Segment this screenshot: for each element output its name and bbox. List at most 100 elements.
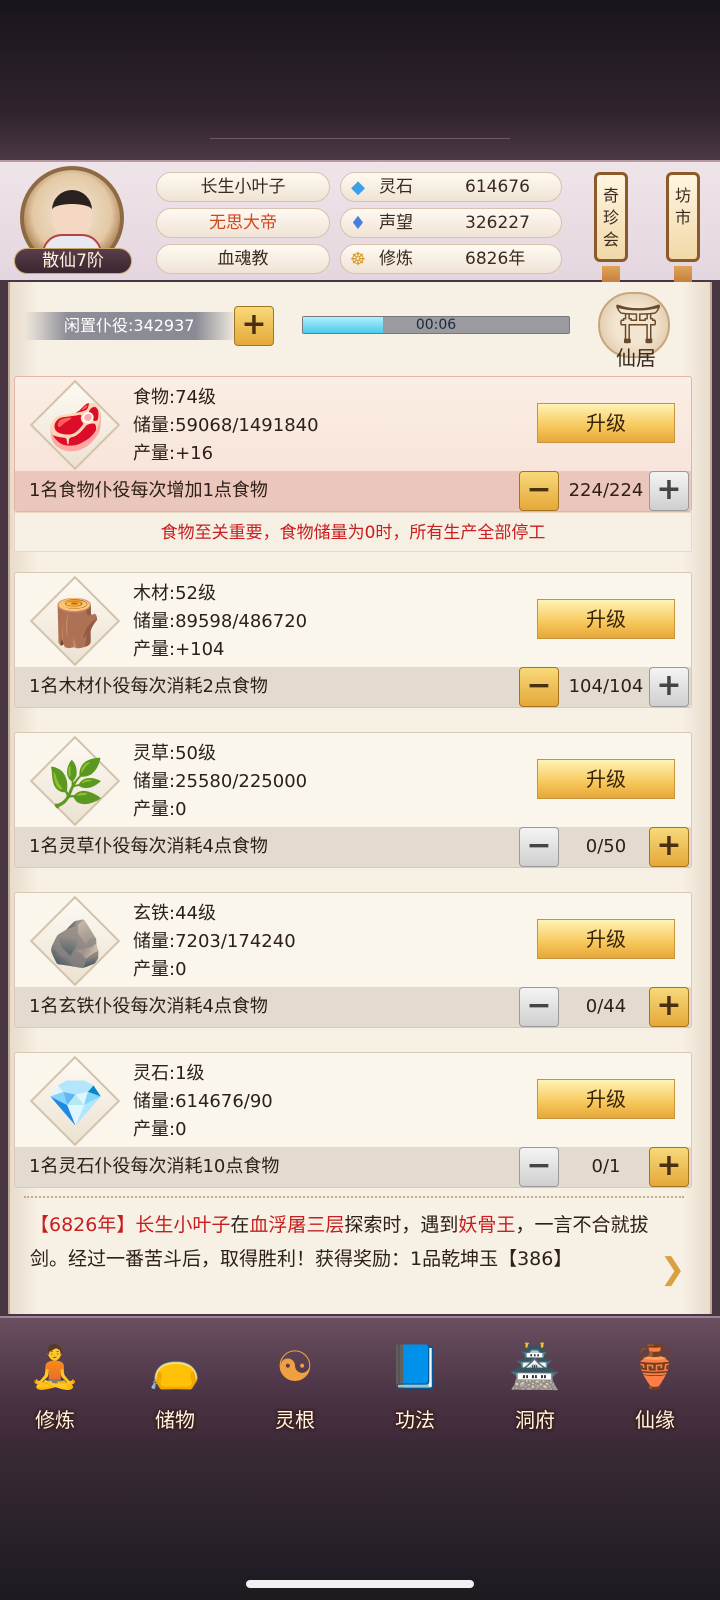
nav-label: 功法 <box>395 1408 435 1432</box>
nav-spirit-root[interactable]: ☯ 灵根 <box>240 1318 350 1442</box>
fortune-gourd-icon: 🏺 <box>628 1342 682 1391</box>
stat-prestige: ♦ 声望 326227 <box>340 208 562 238</box>
stat-label: 灵石 <box>379 177 413 197</box>
log-year: 【6826年】 <box>30 1214 136 1236</box>
servant-row: 1名木材仆役每次消耗2点食物 − 104/104 + <box>15 667 691 707</box>
production-panel: 闲置仆役:342937 + 00:06 ⛩ 仙居 🥩 食物:74级 储量:590… <box>8 282 712 1314</box>
logs-icon: 🪵 <box>29 575 123 667</box>
nav-cave-mansion[interactable]: 🏯 洞府 <box>480 1318 590 1442</box>
event-log: 【6826年】长生小叶子在血浮屠三层探索时，遇到妖骨王，一言不合就拔剑。经过一番… <box>30 1208 670 1276</box>
top-backdrop <box>0 0 720 160</box>
nav-label: 修炼 <box>35 1408 75 1432</box>
log-divider <box>24 1196 684 1206</box>
player-sect[interactable]: 血魂教 <box>156 244 330 274</box>
nav-techniques[interactable]: 📘 功法 <box>360 1318 470 1442</box>
resource-card-wood: 🪵 木材:52级 储量:89598/486720 产量:+104 升级 1名木材… <box>14 572 692 708</box>
servant-desc: 1名玄铁仆役每次消耗4点食物 <box>29 996 268 1017</box>
upgrade-button[interactable]: 升级 <box>537 1079 675 1119</box>
xianju-label[interactable]: 仙居 <box>616 342 656 371</box>
cultivate-icon: 🧘 <box>28 1342 82 1391</box>
stat-value: 326227 <box>465 213 530 233</box>
nav-fortune[interactable]: 🏺 仙缘 <box>600 1318 710 1442</box>
decrease-servant-button[interactable]: − <box>519 827 559 867</box>
nav-label: 洞府 <box>515 1408 555 1432</box>
resource-name: 灵石:1级 <box>133 1063 205 1084</box>
stat-cultivation: ☸ 修炼 6826年 <box>340 244 562 274</box>
stat-value: 6826年 <box>465 249 526 269</box>
log-expand-arrow-icon[interactable]: ❯ <box>660 1252 685 1287</box>
prestige-crystal-icon: ♦ <box>349 213 367 234</box>
servant-count: 224/224 <box>568 480 644 501</box>
meditation-icon: ☸ <box>349 249 367 270</box>
cave-mansion-icon: 🏯 <box>508 1342 562 1391</box>
iron-ore-icon: 🪨 <box>29 895 123 987</box>
log-place: 血浮屠三层 <box>249 1214 345 1236</box>
nav-label: 储物 <box>155 1408 195 1432</box>
resource-storage: 储量:614676/90 <box>133 1091 273 1112</box>
herb-icon: 🌿 <box>29 735 123 827</box>
resource-card-herb: 🌿 灵草:50级 储量:25580/225000 产量:0 升级 1名灵草仆役每… <box>14 732 692 868</box>
servant-row: 1名灵草仆役每次消耗4点食物 − 0/50 + <box>15 827 691 867</box>
stat-value: 614676 <box>465 177 530 197</box>
stat-label: 声望 <box>379 213 413 233</box>
resource-output: 产量:0 <box>133 799 187 820</box>
increase-servant-button[interactable]: + <box>649 1147 689 1187</box>
decrease-servant-button[interactable]: − <box>519 987 559 1027</box>
resource-storage: 储量:89598/486720 <box>133 611 308 632</box>
resource-output: 产量:0 <box>133 959 187 980</box>
resource-output: 产量:0 <box>133 1119 187 1140</box>
timer-text: 00:06 <box>415 317 457 333</box>
nav-cultivate[interactable]: 🧘 修炼 <box>0 1318 110 1442</box>
decrease-servant-button[interactable]: − <box>519 1147 559 1187</box>
nav-label: 仙缘 <box>635 1408 675 1432</box>
player-name: 长生小叶子 <box>156 172 330 202</box>
nav-label: 灵根 <box>275 1408 315 1432</box>
scripture-book-icon: 📘 <box>388 1342 442 1391</box>
resource-storage: 储量:25580/225000 <box>133 771 308 792</box>
servant-count: 104/104 <box>568 676 644 697</box>
decrease-servant-button[interactable]: − <box>519 667 559 707</box>
spirit-root-icon: ☯ <box>276 1342 314 1391</box>
servant-count: 0/1 <box>591 1156 621 1177</box>
bottom-nav: 🧘 修炼 👝 储物 ☯ 灵根 📘 功法 🏯 洞府 🏺 仙缘 <box>0 1316 720 1440</box>
stat-label: 修炼 <box>379 249 413 269</box>
resource-card-spirit-stone: 💎 灵石:1级 储量:614676/90 产量:0 升级 1名灵石仆役每次消耗1… <box>14 1052 692 1188</box>
increase-servant-button[interactable]: + <box>649 827 689 867</box>
servant-count: 0/44 <box>585 996 627 1017</box>
spirit-crystal-icon: 💎 <box>29 1055 123 1147</box>
decrease-servant-button[interactable]: − <box>519 471 559 511</box>
resource-output: 产量:+104 <box>133 639 225 660</box>
meat-icon: 🥩 <box>29 379 123 471</box>
increase-servant-button[interactable]: + <box>649 667 689 707</box>
servant-row: 1名食物仆役每次增加1点食物 − 224/224 + <box>15 471 691 511</box>
increase-servant-button[interactable]: + <box>649 987 689 1027</box>
top-ornament <box>210 138 510 150</box>
nav-storage[interactable]: 👝 储物 <box>120 1318 230 1442</box>
treasure-fair-banner[interactable]: 奇珍会 <box>594 172 628 262</box>
upgrade-button[interactable]: 升级 <box>537 919 675 959</box>
storage-bag-icon: 👝 <box>148 1342 202 1391</box>
player-title[interactable]: 无思大帝 <box>156 208 330 238</box>
resource-name: 玄铁:44级 <box>133 903 216 924</box>
log-text: 在 <box>230 1214 250 1236</box>
log-text: 探索时，遇到 <box>344 1214 459 1236</box>
idle-servants-label: 闲置仆役:342937 <box>24 312 238 340</box>
upgrade-button[interactable]: 升级 <box>537 403 675 443</box>
resource-name: 食物:74级 <box>133 387 216 408</box>
resource-output: 产量:+16 <box>133 443 214 464</box>
upgrade-button[interactable]: 升级 <box>537 759 675 799</box>
market-banner[interactable]: 坊市 <box>666 172 700 262</box>
servant-desc: 1名灵草仆役每次消耗4点食物 <box>29 836 268 857</box>
increase-servant-button[interactable]: + <box>649 471 689 511</box>
servant-row: 1名灵石仆役每次消耗10点食物 − 0/1 + <box>15 1147 691 1187</box>
servant-desc: 1名食物仆役每次增加1点食物 <box>29 480 268 501</box>
add-servant-button[interactable]: + <box>234 306 274 346</box>
upgrade-button[interactable]: 升级 <box>537 599 675 639</box>
log-enemy: 妖骨王 <box>458 1214 516 1236</box>
log-player: 长生小叶子 <box>135 1214 231 1236</box>
home-indicator[interactable] <box>246 1580 474 1588</box>
player-header: 散仙7阶 长生小叶子 无思大帝 血魂教 ◆ 灵石 614676 ♦ 声望 326… <box>0 160 720 292</box>
production-timer-bar: 00:06 <box>302 316 570 334</box>
rank-badge: 散仙7阶 <box>14 248 132 274</box>
servant-row: 1名玄铁仆役每次消耗4点食物 − 0/44 + <box>15 987 691 1027</box>
